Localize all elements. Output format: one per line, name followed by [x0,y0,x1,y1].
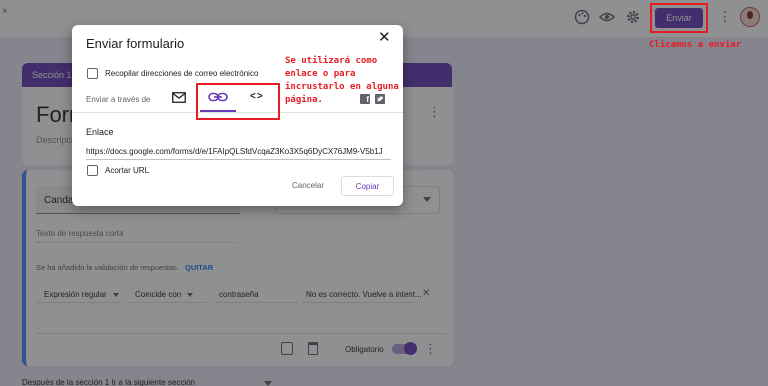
close-icon[interactable]: ✕ [378,30,391,45]
mail-icon[interactable] [172,92,186,103]
copy-button[interactable]: Copiar [341,176,394,196]
dialog-title: Enviar formulario [86,36,185,51]
shorten-url-label: Acortar URL [105,166,150,175]
annotation-box-tabs [196,83,280,120]
shorten-url-checkbox[interactable] [87,165,98,176]
form-url-field[interactable]: https://docs.google.com/forms/d/e/1FAIpQ… [86,147,391,156]
link-heading: Enlace [86,127,114,137]
cancel-button[interactable]: Cancelar [292,181,324,190]
collect-emails-checkbox[interactable] [87,68,98,79]
annotation-tabs-note: Se utilizará como enlace o para incrusta… [285,56,399,105]
url-underline [86,159,391,160]
collect-emails-label: Recopilar direcciones de correo electrón… [105,69,259,78]
annotation-box-send [650,3,708,33]
annotation-send-note: Clicamos a enviar [649,40,742,50]
send-via-label: Enviar a través de [86,95,151,104]
